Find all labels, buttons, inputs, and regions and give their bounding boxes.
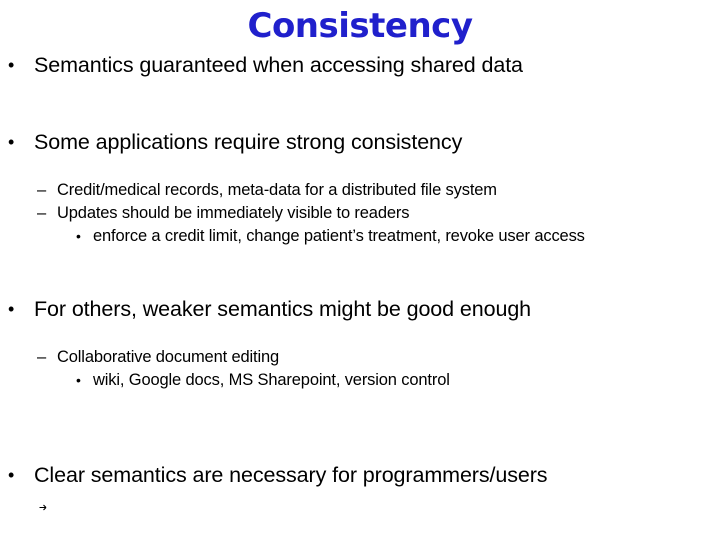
list-item-label: enforce a credit limit, change patient’s…	[93, 227, 585, 245]
bullet-dash-icon: –	[37, 204, 47, 222]
list-item: • For others, weaker semantics might be …	[0, 294, 720, 324]
bullet-dash-icon: –	[37, 181, 47, 199]
bullet-dot-icon: •	[8, 465, 15, 485]
list-item-label: Credit/medical records, meta-data for a …	[57, 181, 497, 199]
list-item: • Some applications require strong consi…	[0, 127, 720, 157]
list-item: • enforce a credit limit, change patient…	[0, 225, 720, 248]
list-item-label: Clear semantics are necessary for progra…	[34, 463, 548, 487]
bullet-dot-icon: •	[8, 55, 15, 75]
page-title: Consistency	[247, 6, 473, 46]
list-item: • wiki, Google docs, MS Sharepoint, vers…	[0, 369, 720, 392]
list-item: – Collaborative document editing	[0, 346, 720, 369]
list-item: • Clear semantics are necessary for prog…	[0, 460, 720, 490]
list-item-label: For others, weaker semantics might be go…	[34, 297, 532, 321]
list-item-label: Some applications require strong consist…	[34, 130, 463, 154]
ink-smudge-icon	[39, 504, 47, 511]
bullet-dash-icon: –	[37, 348, 47, 366]
list-item: • Semantics guaranteed when accessing sh…	[0, 50, 720, 80]
bullet-dot-icon: •	[76, 228, 81, 244]
list-item: – Credit/medical records, meta-data for …	[0, 179, 720, 202]
slide: Consistency • Semantics guaranteed when …	[0, 0, 720, 540]
slide-body: • Semantics guaranteed when accessing sh…	[0, 50, 720, 490]
bullet-dot-icon: •	[8, 132, 15, 152]
list-item: – Updates should be immediately visible …	[0, 202, 720, 225]
list-item-label: wiki, Google docs, MS Sharepoint, versio…	[93, 371, 450, 389]
list-item-label: Collaborative document editing	[57, 348, 280, 366]
bullet-dot-icon: •	[76, 372, 81, 388]
list-item-label: Semantics guaranteed when accessing shar…	[34, 53, 523, 77]
bullet-dot-icon: •	[8, 299, 15, 319]
list-item-label: Updates should be immediately visible to…	[57, 204, 410, 222]
